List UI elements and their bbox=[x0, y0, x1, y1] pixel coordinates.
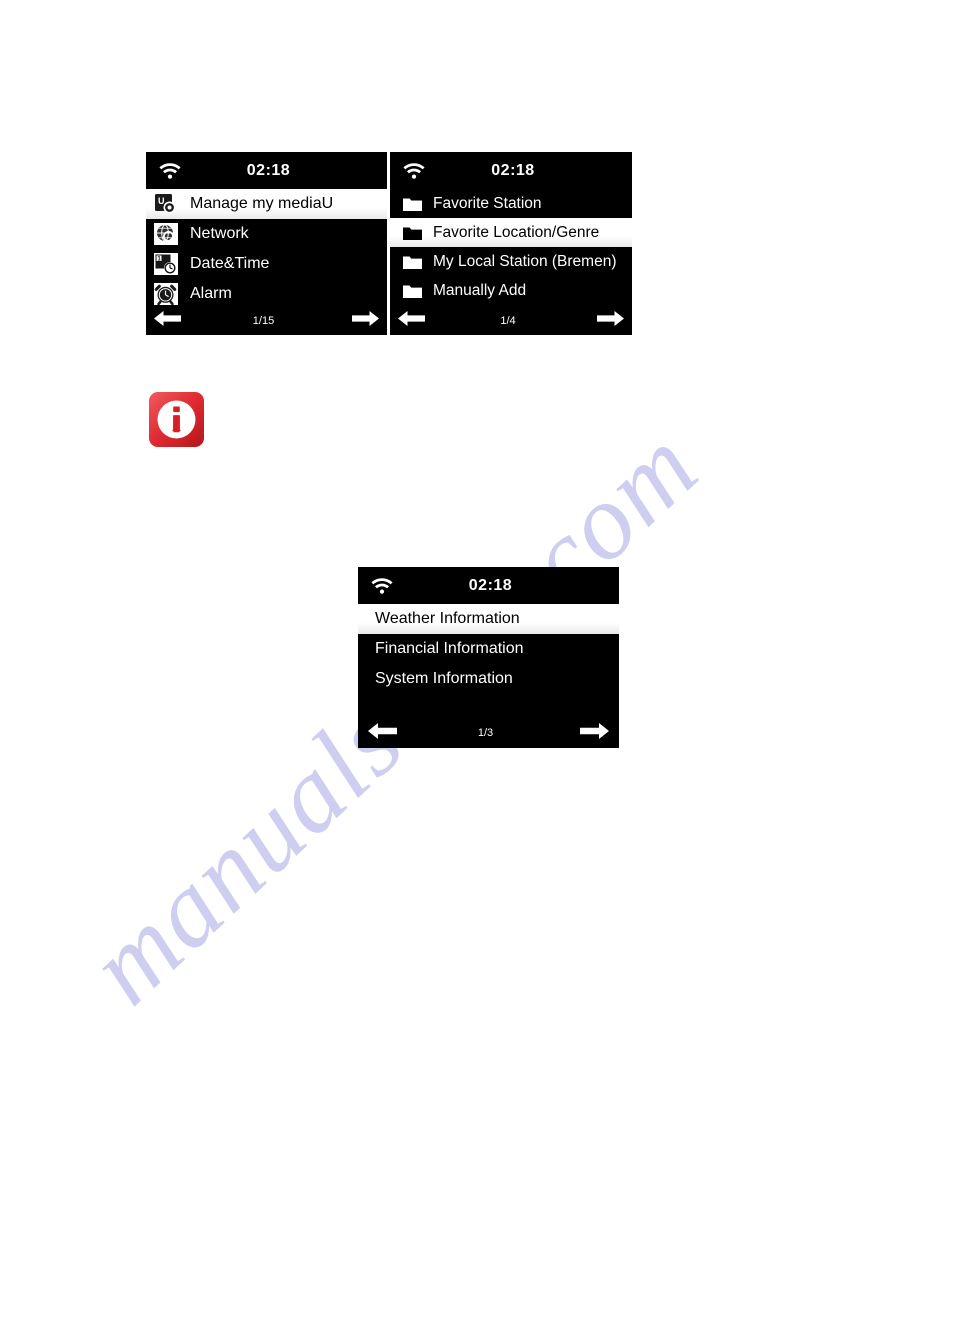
menu-item-label: System Information bbox=[375, 670, 513, 687]
menu-item-financial-information[interactable]: Financial Information bbox=[358, 634, 619, 664]
menu-item-network[interactable]: Network bbox=[146, 219, 387, 249]
settings-menu-screen: 02:18 U Manage my mediaU Network 1 Date&… bbox=[146, 152, 387, 335]
folder-icon bbox=[402, 195, 423, 213]
wifi-icon bbox=[158, 160, 182, 185]
menu-item-label: Weather Information bbox=[375, 610, 520, 627]
menu-item-label: Financial Information bbox=[375, 640, 524, 657]
stations-footer: 1/4 bbox=[390, 306, 632, 335]
alarm-clock-icon bbox=[152, 281, 180, 307]
page-indicator: 1/3 bbox=[477, 727, 494, 739]
folder-icon bbox=[402, 282, 423, 300]
arrow-right-icon[interactable] bbox=[579, 722, 609, 745]
menu-item-date-time[interactable]: 1 Date&Time bbox=[146, 249, 387, 279]
settings-status-bar: 02:18 bbox=[146, 152, 387, 189]
station-list-screen: 02:18 Favorite Station Favorite Location… bbox=[390, 152, 632, 335]
menu-item-label: Network bbox=[190, 225, 249, 242]
menu-item-my-local-station[interactable]: My Local Station (Bremen) bbox=[390, 247, 632, 276]
page-indicator: 1/15 bbox=[252, 314, 275, 327]
menu-item-alarm[interactable]: Alarm bbox=[146, 279, 387, 309]
page-indicator: 1/4 bbox=[500, 314, 516, 327]
menu-item-manually-add[interactable]: Manually Add bbox=[390, 276, 632, 305]
calendar-clock-icon: 1 bbox=[152, 251, 180, 277]
arrow-left-icon[interactable] bbox=[398, 310, 426, 332]
menu-item-label: Manually Add bbox=[433, 281, 527, 299]
information-footer: 1/3 bbox=[358, 718, 619, 748]
folder-icon bbox=[402, 224, 423, 242]
menu-item-label: Favorite Station bbox=[433, 194, 542, 212]
menu-item-favorite-station[interactable]: Favorite Station bbox=[390, 189, 632, 218]
svg-text:U: U bbox=[158, 196, 165, 206]
information-menu-screen: 02:18 Weather Information Financial Info… bbox=[358, 567, 619, 748]
settings-footer: 1/15 bbox=[146, 306, 387, 335]
arrow-left-icon[interactable] bbox=[154, 310, 182, 332]
menu-item-favorite-location-genre[interactable]: Favorite Location/Genre bbox=[390, 218, 632, 247]
folder-icon bbox=[402, 253, 423, 271]
menu-item-manage-my-mediau[interactable]: U Manage my mediaU bbox=[146, 189, 387, 219]
settings-menu-list: U Manage my mediaU Network 1 Date&Time A… bbox=[146, 189, 387, 309]
network-icon bbox=[152, 221, 180, 247]
stations-menu-list: Favorite Station Favorite Location/Genre… bbox=[390, 189, 632, 305]
mediau-icon: U bbox=[152, 191, 180, 217]
menu-item-label: My Local Station (Bremen) bbox=[433, 252, 617, 270]
menu-item-weather-information[interactable]: Weather Information bbox=[358, 604, 619, 634]
arrow-right-icon[interactable] bbox=[596, 310, 624, 332]
stations-status-bar: 02:18 bbox=[390, 152, 632, 189]
menu-item-label: Manage my mediaU bbox=[190, 195, 334, 212]
clock-label: 02:18 bbox=[246, 161, 291, 179]
arrow-right-icon[interactable] bbox=[351, 310, 379, 332]
menu-item-label: Alarm bbox=[190, 285, 232, 302]
information-note-icon bbox=[148, 391, 205, 448]
menu-item-system-information[interactable]: System Information bbox=[358, 664, 619, 694]
wifi-icon bbox=[370, 575, 394, 600]
menu-item-label: Favorite Location/Genre bbox=[433, 223, 600, 241]
information-menu-list: Weather Information Financial Informatio… bbox=[358, 604, 619, 694]
information-status-bar: 02:18 bbox=[358, 567, 619, 604]
wifi-icon bbox=[402, 160, 426, 185]
menu-item-label: Date&Time bbox=[190, 255, 270, 272]
arrow-left-icon[interactable] bbox=[368, 722, 398, 745]
clock-label: 02:18 bbox=[491, 161, 535, 179]
clock-label: 02:18 bbox=[468, 576, 513, 594]
